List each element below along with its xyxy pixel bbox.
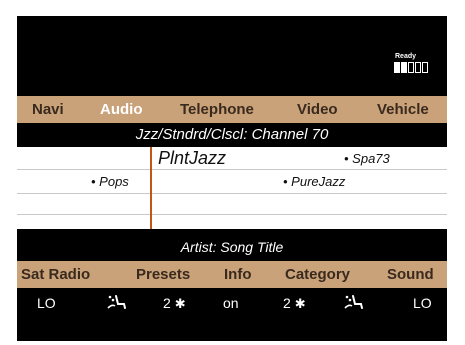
left-temp[interactable]: LO	[37, 291, 56, 315]
climate-row: LO 2 ✱ on 2 ✱ LO	[17, 291, 447, 315]
seat-airflow-icon[interactable]	[343, 291, 363, 315]
signal-bar	[401, 62, 407, 73]
fan-icon: ✱	[294, 296, 306, 311]
tab-sat-radio[interactable]: Sat Radio	[21, 261, 90, 288]
list-item[interactable]	[17, 215, 447, 229]
ready-label: Ready	[395, 53, 417, 60]
channel-line: Jzz/Stndrd/Clscl: Channel 70	[135, 126, 329, 143]
left-fan-speed: 2	[163, 295, 171, 311]
top-tab-bar: Navi Audio Telephone Video Vehicle	[17, 96, 447, 123]
right-fan[interactable]: 2 ✱	[283, 291, 306, 315]
selected-channel-title: PlntJazz	[158, 148, 227, 168]
signal-bar	[415, 62, 421, 73]
tab-info[interactable]: Info	[224, 261, 252, 288]
tab-video[interactable]: Video	[297, 96, 338, 123]
left-fan[interactable]: 2 ✱	[163, 291, 186, 315]
tab-audio[interactable]: Audio	[100, 96, 143, 123]
channel-item-spa73[interactable]: • Spa73	[344, 151, 390, 166]
tab-category[interactable]: Category	[285, 261, 350, 288]
signal-bar	[408, 62, 414, 73]
seat-airflow-icon[interactable]	[106, 291, 126, 315]
right-fan-speed: 2	[283, 295, 291, 311]
signal-bar	[394, 62, 400, 73]
artist-line: Artist: Song Title	[180, 239, 284, 255]
tab-sound[interactable]: Sound	[387, 261, 434, 288]
right-temp[interactable]: LO	[413, 291, 432, 315]
infotainment-screen: Ready Navi Audio Telephone Video Vehicle…	[17, 16, 447, 341]
tab-presets[interactable]: Presets	[136, 261, 190, 288]
list-item[interactable]	[17, 194, 447, 215]
info-state[interactable]: on	[223, 291, 239, 315]
ready-status: Ready	[394, 53, 444, 85]
list-item[interactable]: PlntJazz • Spa73	[17, 147, 447, 170]
channel-item-purejazz[interactable]: • PureJazz	[283, 174, 345, 189]
bottom-tab-bar: Sat Radio Presets Info Category Sound	[17, 261, 447, 288]
list-divider	[150, 147, 152, 229]
tab-navi[interactable]: Navi	[32, 96, 64, 123]
channel-item-pops[interactable]: • Pops	[91, 174, 129, 189]
channel-list: PlntJazz • Spa73 • Pops • PureJazz	[17, 147, 447, 229]
list-item[interactable]: • Pops • PureJazz	[17, 170, 447, 194]
signal-bars	[394, 62, 428, 73]
fan-icon: ✱	[174, 296, 186, 311]
tab-telephone[interactable]: Telephone	[180, 96, 254, 123]
signal-bar	[422, 62, 428, 73]
tab-vehicle[interactable]: Vehicle	[377, 96, 429, 123]
